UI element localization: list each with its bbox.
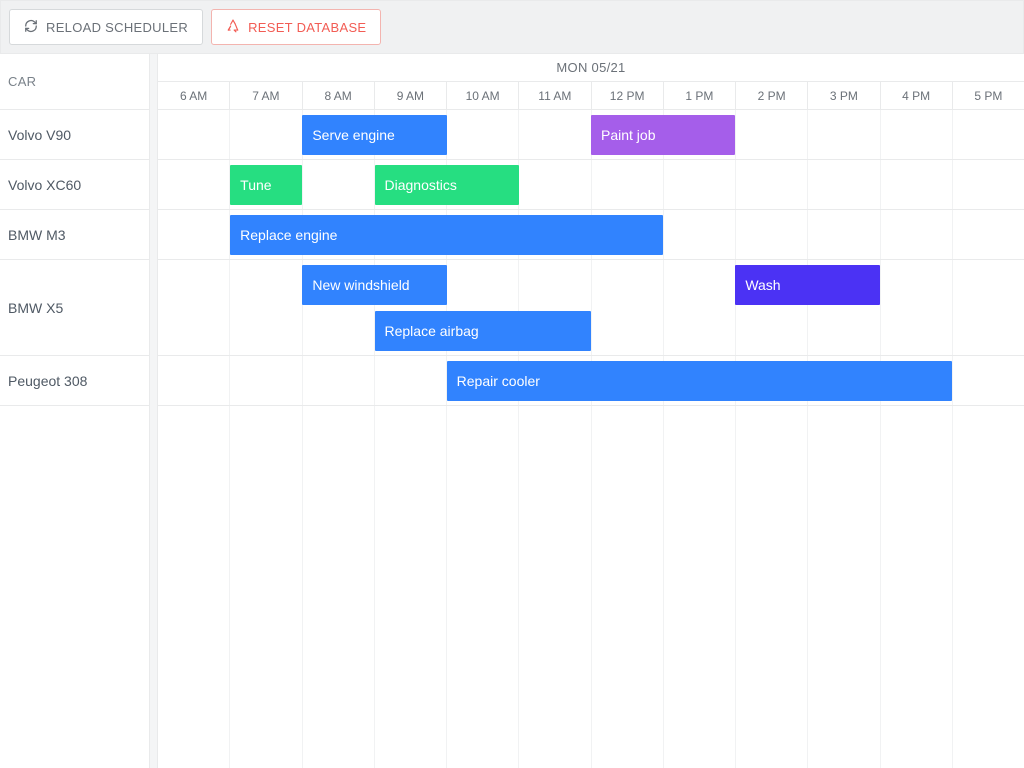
hour-header-cell: 7 AM [229, 82, 301, 109]
hour-header-cell: 10 AM [446, 82, 518, 109]
scheduler-event[interactable]: Replace airbag [375, 311, 592, 351]
scheduler-event[interactable]: Serve engine [302, 115, 446, 155]
scheduler-event[interactable]: Tune [230, 165, 302, 205]
hour-header-cell: 5 PM [952, 82, 1024, 109]
resource-cell[interactable]: Volvo V90 [0, 110, 149, 160]
resource-cell[interactable]: BMW M3 [0, 210, 149, 260]
scheduler-event[interactable]: Repair cooler [447, 361, 952, 401]
hour-header-cell: 11 AM [518, 82, 590, 109]
timeline: MON 05/21 6 AM7 AM8 AM9 AM10 AM11 AM12 P… [158, 54, 1024, 768]
scheduler-event[interactable]: New windshield [302, 265, 446, 305]
scheduler: CAR Volvo V90Volvo XC60BMW M3BMW X5Peuge… [0, 54, 1024, 768]
resource-column: CAR Volvo V90Volvo XC60BMW M3BMW X5Peuge… [0, 54, 150, 768]
hour-header-cell: 8 AM [302, 82, 374, 109]
resource-cell[interactable]: BMW X5 [0, 260, 149, 356]
timeline-row: Replace engine [158, 210, 1024, 260]
timeline-hours-row: 6 AM7 AM8 AM9 AM10 AM11 AM12 PM1 PM2 PM3… [158, 82, 1024, 109]
timeline-row: Serve engine Paint job [158, 110, 1024, 160]
reset-database-button[interactable]: RESET DATABASE [211, 9, 381, 45]
timeline-row: Tune Diagnostics [158, 160, 1024, 210]
timeline-date-label: MON 05/21 [158, 54, 1024, 82]
reset-database-label: RESET DATABASE [248, 20, 366, 35]
resource-cell[interactable]: Peugeot 308 [0, 356, 149, 406]
hour-header-cell: 3 PM [807, 82, 879, 109]
toolbar: RELOAD SCHEDULER RESET DATABASE [0, 0, 1024, 54]
scheduler-event[interactable]: Replace engine [230, 215, 663, 255]
resource-cell[interactable]: Volvo XC60 [0, 160, 149, 210]
reload-scheduler-button[interactable]: RELOAD SCHEDULER [9, 9, 203, 45]
resource-column-header: CAR [0, 54, 149, 110]
refresh-icon [24, 19, 38, 36]
timeline-row: Repair cooler [158, 356, 1024, 406]
recycle-icon [226, 19, 240, 36]
timeline-row: New windshield Wash Replace airbag [158, 260, 1024, 356]
scheduler-event[interactable]: Paint job [591, 115, 735, 155]
column-splitter[interactable] [150, 54, 158, 768]
timeline-body[interactable]: Serve engine Paint job Tune Diagnostics Repl… [158, 110, 1024, 768]
hour-header-cell: 6 AM [158, 82, 229, 109]
hour-header-cell: 4 PM [880, 82, 952, 109]
hour-header-cell: 2 PM [735, 82, 807, 109]
scheduler-event[interactable]: Diagnostics [375, 165, 519, 205]
scheduler-event[interactable]: Wash [735, 265, 879, 305]
reload-scheduler-label: RELOAD SCHEDULER [46, 20, 188, 35]
timeline-header: MON 05/21 6 AM7 AM8 AM9 AM10 AM11 AM12 P… [158, 54, 1024, 110]
hour-header-cell: 9 AM [374, 82, 446, 109]
hour-header-cell: 1 PM [663, 82, 735, 109]
hour-header-cell: 12 PM [591, 82, 663, 109]
